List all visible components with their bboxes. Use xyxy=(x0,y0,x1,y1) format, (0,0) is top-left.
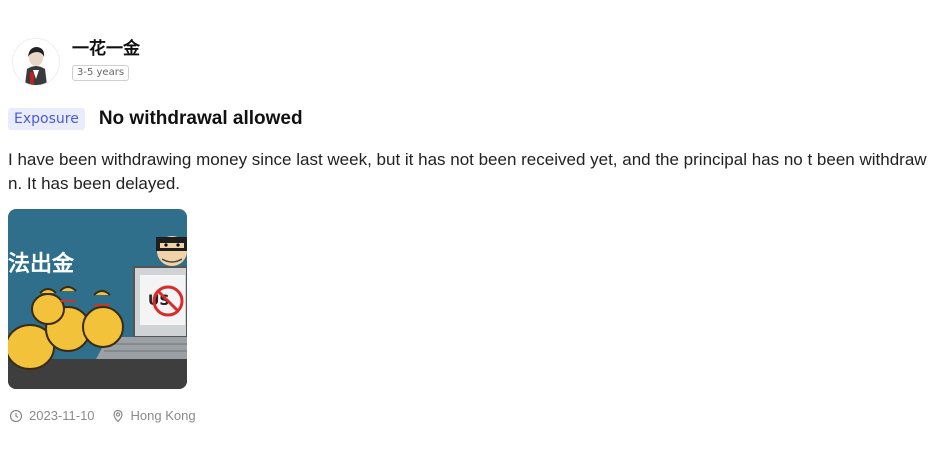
cartoon-illustration: US 法出金 xyxy=(8,209,187,389)
post-title: No withdrawal allowed xyxy=(98,108,303,129)
category-tag[interactable]: Exposure xyxy=(8,108,85,130)
experience-badge: 3-5 years xyxy=(72,65,130,81)
author-name[interactable]: 一花一金 xyxy=(72,38,140,60)
author-block: 一花一金 3-5 years xyxy=(12,38,140,86)
avatar[interactable] xyxy=(12,38,60,86)
post-image[interactable]: US 法出金 xyxy=(8,209,187,389)
post-location: Hong Kong xyxy=(130,408,196,423)
post-title-row: Exposure No withdrawal allowed xyxy=(8,108,303,130)
clock-icon xyxy=(9,409,23,423)
post-date: 2023-11-10 xyxy=(29,408,95,423)
avatar-image xyxy=(13,39,59,85)
post-meta: 2023-11-10 Hong Kong xyxy=(9,408,196,423)
location-pin-icon xyxy=(111,409,125,423)
post-body: I have been withdrawing money since last… xyxy=(8,150,927,193)
image-text: 法出金 xyxy=(8,251,75,277)
